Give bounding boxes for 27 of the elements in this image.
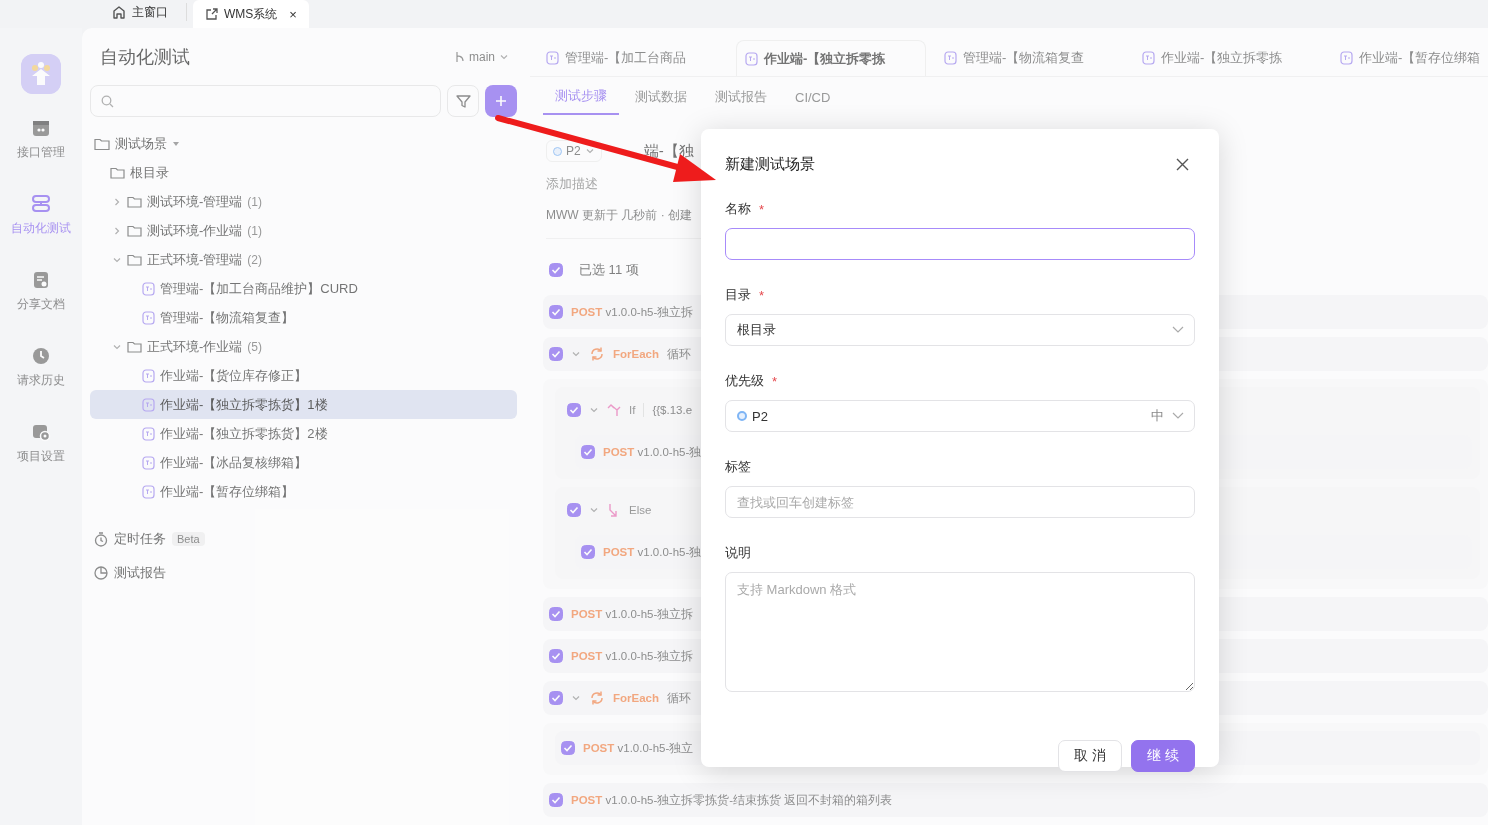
beta-badge: Beta	[172, 532, 205, 546]
step-title: POST v1.0.0-h5-独立	[583, 740, 694, 756]
required-mark: *	[759, 201, 765, 217]
step-name: 循环	[667, 690, 691, 706]
step-type-label: ForEach	[613, 348, 659, 360]
required-mark: *	[772, 373, 778, 389]
selection-count: 已选 11 项	[579, 261, 639, 279]
field-label: 优先级	[725, 372, 764, 390]
dialog-title: 新建测试场景	[725, 154, 815, 174]
scenario-title: 端-【独	[643, 141, 694, 161]
required-mark: *	[759, 287, 765, 303]
field-label: 名称	[725, 200, 751, 218]
field-label: 标签	[725, 458, 751, 476]
step-type-label: Else	[629, 504, 652, 516]
step-type-label: ForEach	[613, 692, 659, 704]
field-label: 说明	[725, 544, 751, 562]
step-title: POST v1.0.0-h5-独	[603, 444, 702, 460]
condition-expression: {{$.13.e	[652, 404, 693, 416]
step-title: POST v1.0.0-h5-独	[603, 544, 702, 560]
step-type-label: If	[629, 404, 636, 416]
step-name: 循环	[667, 346, 691, 362]
step-title: POST v1.0.0-h5-独立拆	[571, 606, 694, 622]
step-title: POST v1.0.0-h5-独立拆零拣货-结束拣货 返回不封箱的箱列表	[571, 792, 893, 808]
sidebar-title: 自动化测试	[100, 46, 190, 69]
step-title: POST v1.0.0-h5-独立拆	[571, 648, 694, 664]
step-title: POST v1.0.0-h5-独立拆	[571, 304, 694, 320]
field-label: 目录	[725, 286, 751, 304]
